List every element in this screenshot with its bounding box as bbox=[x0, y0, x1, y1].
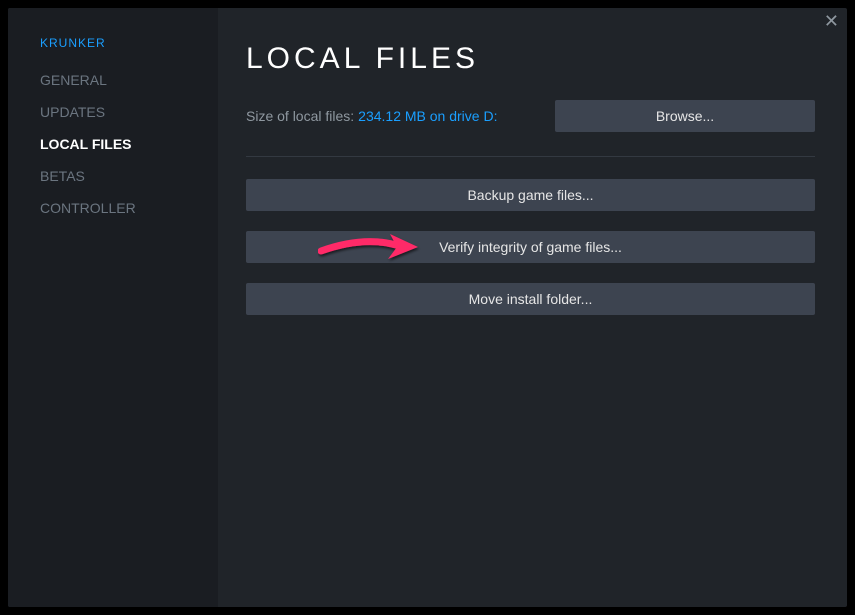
size-value: 234.12 MB on drive D: bbox=[358, 108, 497, 124]
sidebar-item-controller[interactable]: CONTROLLER bbox=[40, 200, 218, 216]
sidebar-item-betas[interactable]: BETAS bbox=[40, 168, 218, 184]
backup-label: Backup game files... bbox=[467, 187, 593, 203]
game-title: KRUNKER bbox=[40, 36, 218, 50]
properties-dialog: ✕ KRUNKER GENERAL UPDATES LOCAL FILES BE… bbox=[8, 8, 847, 607]
backup-button[interactable]: Backup game files... bbox=[246, 179, 815, 211]
divider bbox=[246, 156, 815, 157]
page-title: LOCAL FILES bbox=[246, 42, 815, 76]
move-label: Move install folder... bbox=[469, 291, 593, 307]
size-label: Size of local files: bbox=[246, 108, 354, 124]
verify-button[interactable]: Verify integrity of game files... bbox=[246, 231, 815, 263]
sidebar-item-local-files[interactable]: LOCAL FILES bbox=[40, 136, 218, 152]
sidebar-item-general[interactable]: GENERAL bbox=[40, 72, 218, 88]
sidebar: KRUNKER GENERAL UPDATES LOCAL FILES BETA… bbox=[8, 8, 218, 607]
move-folder-button[interactable]: Move install folder... bbox=[246, 283, 815, 315]
main-panel: LOCAL FILES Size of local files: 234.12 … bbox=[218, 8, 847, 607]
browse-button[interactable]: Browse... bbox=[555, 100, 815, 132]
annotation-arrow-icon bbox=[318, 230, 428, 264]
verify-label: Verify integrity of game files... bbox=[439, 239, 622, 255]
sidebar-item-updates[interactable]: UPDATES bbox=[40, 104, 218, 120]
close-icon[interactable]: ✕ bbox=[824, 12, 839, 30]
size-row: Size of local files: 234.12 MB on drive … bbox=[246, 100, 815, 132]
